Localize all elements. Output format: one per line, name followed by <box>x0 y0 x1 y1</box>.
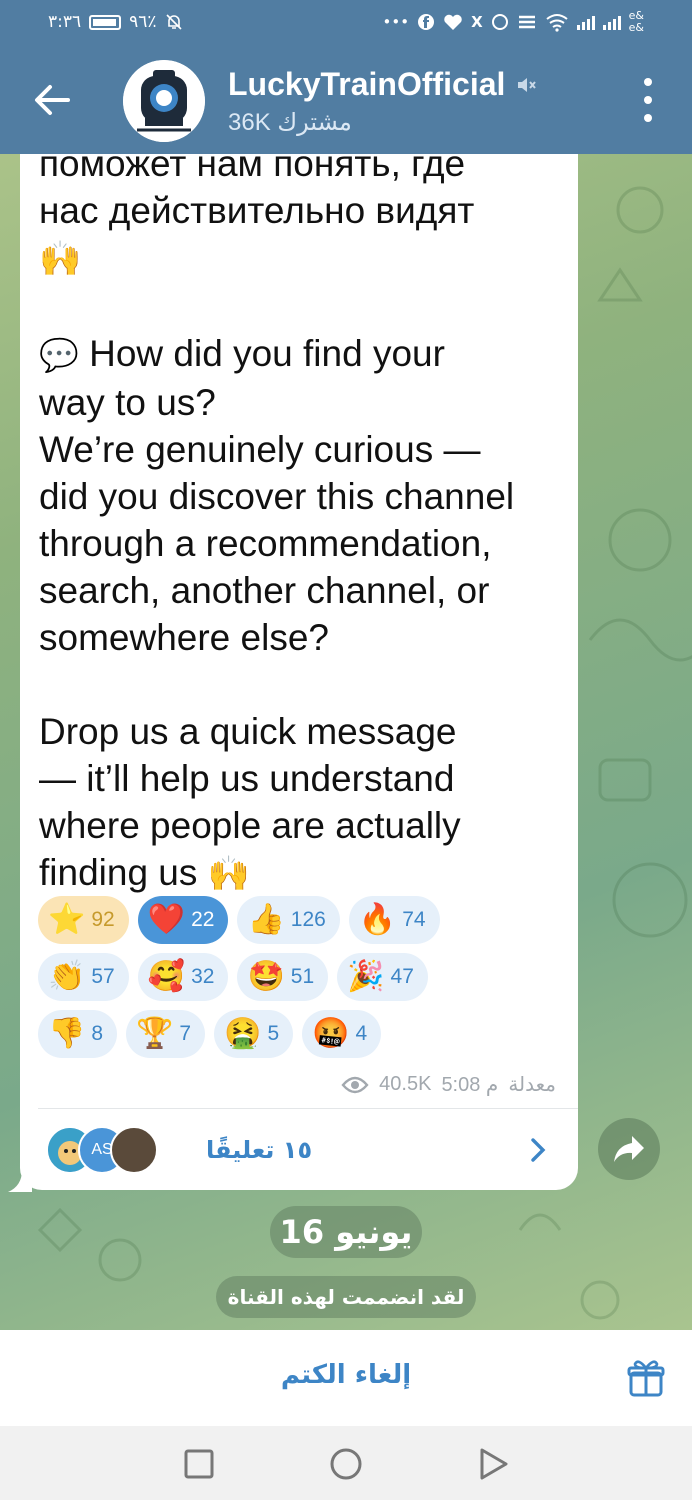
train-logo-icon <box>123 60 205 142</box>
love-face-emoji: 🥰 <box>147 960 186 993</box>
party-emoji: 🎉 <box>347 960 385 993</box>
signal-icon <box>576 14 595 30</box>
menu-dot <box>644 114 652 122</box>
edited-label: معدلة <box>508 1074 556 1096</box>
raised-hands-emoji: 🙌 <box>39 240 82 278</box>
joined-notice: لقد انضممت لهذه القناة <box>216 1276 476 1318</box>
unmute-button[interactable]: إلغاء الكتم <box>0 1360 692 1390</box>
trophy-emoji: 🏆 <box>136 1017 174 1050</box>
clap-emoji: 👏 <box>48 960 86 993</box>
reaction-vomit[interactable]: 🤮 5 <box>214 1010 294 1058</box>
reaction-count: 8 <box>91 1022 104 1045</box>
fire-emoji: 🔥 <box>358 903 397 936</box>
reaction-count: 32 <box>191 965 215 988</box>
channel-name: LuckyTrainOfficial <box>228 66 506 102</box>
vomit-emoji: 🤮 <box>224 1017 262 1050</box>
message-meta: 40.5K 5:08 م معدلة <box>341 1072 556 1097</box>
comments-bar[interactable]: AS ١٥ تعليقًا <box>46 1124 558 1176</box>
carrier-labels: e& e& <box>629 10 644 34</box>
battery-percent: ٩٦٪ <box>129 12 157 32</box>
gift-icon[interactable] <box>626 1358 666 1398</box>
signal-icon-2 <box>602 14 621 30</box>
share-arrow-icon <box>614 1136 644 1162</box>
reaction-heart[interactable]: ❤️ 22 <box>137 896 229 944</box>
reaction-count: 57 <box>91 965 115 988</box>
commenter-avatar <box>110 1126 158 1174</box>
cursing-emoji: 🤬 <box>312 1017 350 1050</box>
status-bar: ٣:٣٦ ٩٦٪ ••• X e& e& <box>0 0 692 46</box>
facebook-icon <box>418 14 435 30</box>
back-arrow-icon[interactable] <box>30 80 74 120</box>
reaction-count: 126 <box>290 908 326 931</box>
x-icon: X <box>471 13 483 31</box>
raised-hands-emoji-2: 🙌 <box>207 855 251 893</box>
comments-count: ١٥ تعليقًا <box>206 1136 313 1164</box>
view-count: 40.5K <box>379 1073 432 1095</box>
channel-avatar[interactable] <box>123 60 205 142</box>
date-separator: 16 يونيو <box>270 1206 422 1258</box>
reactions-row-1: ⭐ 92 ❤️ 22 👍 126 🔥 74 <box>38 896 558 944</box>
chat-header: LuckyTrainOfficial 36K مشترك <box>0 46 692 154</box>
wifi-icon <box>546 14 568 32</box>
message-time: 5:08 م <box>441 1074 499 1096</box>
comments-divider <box>38 1108 578 1109</box>
app-icon <box>518 15 535 29</box>
reaction-count: 22 <box>191 908 215 931</box>
menu-dot <box>644 96 652 104</box>
reaction-count: 74 <box>402 908 426 931</box>
reactions-row-2: 👏 57 🥰 32 🤩 51 🎉 47 <box>38 953 558 1001</box>
reactions-row-3: 👎 8 🏆 7 🤮 5 🤬 4 <box>38 1010 558 1058</box>
reaction-fire[interactable]: 🔥 74 <box>348 896 440 944</box>
thumbs-down-emoji: 👎 <box>48 1017 86 1050</box>
chevron-right-icon <box>531 1138 546 1162</box>
system-nav-bar <box>0 1426 692 1500</box>
message-text-russian: поможет нам понять, где нас действительн… <box>39 154 475 231</box>
reaction-party[interactable]: 🎉 47 <box>337 953 428 1001</box>
reaction-cursing[interactable]: 🤬 4 <box>302 1010 382 1058</box>
channel-title[interactable]: LuckyTrainOfficial <box>228 66 537 103</box>
share-button[interactable] <box>598 1118 660 1180</box>
bottom-bar: إلغاء الكتم <box>0 1330 692 1426</box>
reaction-count: 4 <box>355 1022 368 1045</box>
star-eyes-emoji: 🤩 <box>247 960 285 993</box>
heart-icon <box>444 14 462 30</box>
reaction-count: 5 <box>267 1022 280 1045</box>
status-time: ٣:٣٦ <box>48 12 82 32</box>
menu-dot <box>644 78 652 86</box>
message-text-english: How did you find your way to us? We’re g… <box>39 333 515 893</box>
reaction-star-eyes[interactable]: 🤩 51 <box>237 953 329 1001</box>
recent-apps-icon[interactable] <box>181 1446 217 1482</box>
more-icon: ••• <box>382 13 410 31</box>
message-text: поможет нам понять, где нас действительн… <box>39 154 569 898</box>
reaction-thumbs-down[interactable]: 👎 8 <box>38 1010 118 1058</box>
eye-icon <box>341 1076 369 1093</box>
reaction-trophy[interactable]: 🏆 7 <box>126 1010 206 1058</box>
reaction-clap[interactable]: 👏 57 <box>38 953 129 1001</box>
star-emoji: ⭐ <box>48 903 86 936</box>
speech-bubble-emoji: 💬 <box>39 337 79 373</box>
message-bubble[interactable]: поможет нам понять, где нас действительн… <box>20 154 578 1190</box>
subscriber-count: 36K مشترك <box>228 109 352 136</box>
reaction-love-face[interactable]: 🥰 32 <box>137 953 229 1001</box>
reaction-star[interactable]: ⭐ 92 <box>38 896 129 944</box>
whatsapp-icon <box>491 14 508 30</box>
battery-icon <box>89 14 122 30</box>
reaction-thumbs-up[interactable]: 👍 126 <box>237 896 340 944</box>
home-icon[interactable] <box>328 1446 364 1482</box>
heart-emoji: ❤️ <box>147 903 186 936</box>
reaction-count: 92 <box>91 908 115 931</box>
reaction-count: 47 <box>390 965 414 988</box>
back-nav-icon[interactable] <box>476 1446 512 1482</box>
more-menu-button[interactable] <box>636 78 660 122</box>
reaction-count: 51 <box>290 965 315 988</box>
reactions: ⭐ 92 ❤️ 22 👍 126 🔥 74 👏 57 🥰 32 🤩 51 🎉 47 👎 8 🏆 7 … <box>38 896 558 1067</box>
reaction-count: 7 <box>179 1022 192 1045</box>
thumbs-up-emoji: 👍 <box>247 903 285 936</box>
muted-speaker-icon <box>518 77 537 92</box>
carrier-2: e& <box>628 21 644 34</box>
mute-bell-icon <box>165 14 182 30</box>
